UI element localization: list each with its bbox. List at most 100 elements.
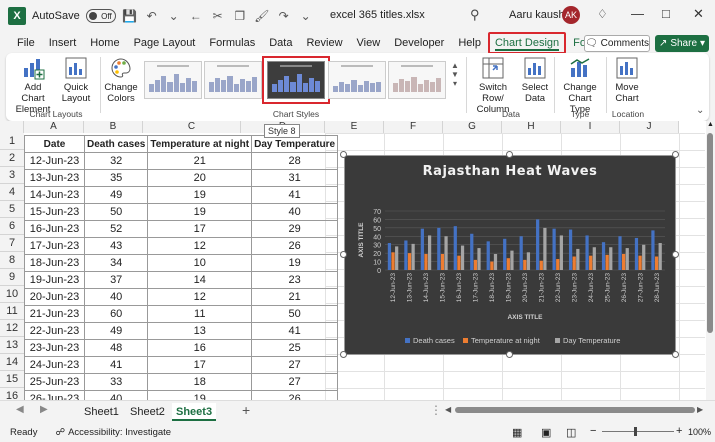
table-cell[interactable]: 10 (147, 254, 253, 272)
table-cell[interactable]: 21-Jun-23 (24, 305, 85, 323)
comments-button[interactable]: 🗨 Comments (584, 35, 650, 52)
table-cell[interactable]: 24-Jun-23 (24, 356, 85, 374)
table-cell[interactable]: 43 (83, 237, 149, 255)
cut-icon[interactable]: ✂ (210, 8, 226, 24)
row-header[interactable]: 11 (0, 303, 24, 320)
chart-resize-handle-tr[interactable] (672, 151, 679, 158)
quick-layout-button[interactable]: Quick Layout (58, 56, 94, 104)
scroll-up-icon[interactable]: ▲ (451, 61, 459, 70)
back-arrow-icon[interactable]: ← (188, 8, 204, 24)
next-sheet-icon[interactable]: ▶ (40, 404, 48, 415)
table-cell[interactable]: 27 (251, 356, 339, 374)
collapse-ribbon-icon[interactable]: ⌄ (696, 105, 704, 116)
accessibility-status[interactable]: ☍ Accessibility: Investigate (55, 427, 171, 438)
row-header[interactable]: 1 (0, 133, 24, 150)
table-cell[interactable]: 31 (251, 169, 339, 187)
format-painter-icon[interactable]: 🖌 (254, 8, 270, 24)
redo-icon[interactable]: ↷ (276, 8, 292, 24)
prev-sheet-icon[interactable]: ◀ (16, 404, 24, 415)
tab-chart-design[interactable]: Chart Design (487, 32, 567, 54)
table-header-cell[interactable]: Death cases (83, 135, 149, 153)
table-cell[interactable]: 20 (147, 169, 253, 187)
tab-page-layout[interactable]: Page Layout (127, 32, 203, 54)
undo-icon[interactable]: ↶ (144, 8, 160, 24)
row-header[interactable]: 14 (0, 354, 24, 371)
table-cell[interactable]: 11 (147, 305, 253, 323)
vertical-scroll-thumb[interactable] (707, 133, 713, 333)
tab-developer[interactable]: Developer (387, 32, 451, 54)
chart-style-2[interactable] (204, 61, 262, 99)
table-cell[interactable]: 18-Jun-23 (24, 254, 85, 272)
table-cell[interactable]: 25-Jun-23 (24, 373, 85, 391)
sheet-tab-sheet1[interactable]: Sheet1 (80, 403, 123, 421)
move-chart-button[interactable]: Move Chart (610, 56, 644, 104)
table-cell[interactable]: 19 (251, 254, 339, 272)
vertical-scrollbar[interactable]: ▲ (706, 121, 715, 400)
tab-view[interactable]: View (350, 32, 388, 54)
table-cell[interactable]: 32 (83, 152, 149, 170)
table-cell[interactable]: 21 (251, 288, 339, 306)
chart-resize-handle-b[interactable] (506, 351, 513, 358)
table-cell[interactable]: 16-Jun-23 (24, 220, 85, 238)
share-button[interactable]: ↗ Share ▾ (655, 35, 709, 52)
select-data-button[interactable]: Select Data (520, 56, 550, 104)
chart-plot[interactable]: 010 2030 4050 6070 12-Jun-23 13-Jun-23 14-Jun-… (345, 156, 677, 356)
page-break-view-icon[interactable]: ◫ (566, 426, 576, 439)
table-cell[interactable]: 60 (83, 305, 149, 323)
table-cell[interactable]: 41 (83, 356, 149, 374)
row-header[interactable]: 4 (0, 184, 24, 201)
row-header[interactable]: 2 (0, 150, 24, 167)
table-cell[interactable]: 17 (147, 220, 253, 238)
table-cell[interactable]: 22-Jun-23 (24, 322, 85, 340)
table-cell[interactable]: 26 (251, 237, 339, 255)
table-cell[interactable]: 17-Jun-23 (24, 237, 85, 255)
tab-formulas[interactable]: Formulas (202, 32, 262, 54)
row-header[interactable]: 10 (0, 286, 24, 303)
row-header[interactable]: 6 (0, 218, 24, 235)
table-cell[interactable]: 17 (147, 356, 253, 374)
table-cell[interactable]: 52 (83, 220, 149, 238)
table-cell[interactable]: 12-Jun-23 (24, 152, 85, 170)
table-cell[interactable]: 49 (83, 186, 149, 204)
table-cell[interactable]: 14 (147, 271, 253, 289)
table-cell[interactable]: 41 (251, 322, 339, 340)
chart-style-5[interactable] (388, 61, 446, 99)
table-cell[interactable]: 12 (147, 237, 253, 255)
save-icon[interactable]: 💾 (122, 8, 138, 24)
maximize-icon[interactable]: □ (662, 6, 670, 21)
table-cell[interactable]: 13 (147, 322, 253, 340)
more-options-icon[interactable]: ⋮ (430, 403, 442, 417)
chart-resize-handle-l[interactable] (340, 251, 347, 258)
table-cell[interactable]: 12 (147, 288, 253, 306)
row-header[interactable]: 12 (0, 320, 24, 337)
table-cell[interactable]: 50 (251, 305, 339, 323)
tab-review[interactable]: Review (299, 32, 349, 54)
table-cell[interactable]: 19 (147, 186, 253, 204)
table-cell[interactable]: 16 (147, 339, 253, 357)
table-header-cell[interactable]: Day Temperature (251, 135, 339, 153)
tab-help[interactable]: Help (451, 32, 488, 54)
chart-styles-scroll[interactable]: ▲ ▼ ▾ (448, 61, 462, 101)
change-chart-type-button[interactable]: Change Chart Type (558, 56, 602, 115)
tab-insert[interactable]: Insert (42, 32, 84, 54)
row-header[interactable]: 15 (0, 371, 24, 388)
table-cell[interactable]: 18 (147, 373, 253, 391)
scroll-right-arrow-icon[interactable]: ▶ (697, 405, 703, 414)
select-all-corner[interactable] (0, 121, 24, 133)
normal-view-icon[interactable]: ▦ (512, 426, 522, 439)
tab-data[interactable]: Data (262, 32, 299, 54)
table-cell[interactable]: 40 (83, 288, 149, 306)
table-cell[interactable]: 34 (83, 254, 149, 272)
table-cell[interactable]: 21 (147, 152, 253, 170)
avatar[interactable]: AK (562, 6, 580, 24)
sheet-tab-sheet2[interactable]: Sheet2 (126, 403, 169, 421)
chart-resize-handle-br[interactable] (672, 351, 679, 358)
column-header-e[interactable]: E (325, 121, 384, 133)
row-header[interactable]: 8 (0, 252, 24, 269)
minimize-icon[interactable]: — (631, 6, 644, 21)
table-cell[interactable]: 15-Jun-23 (24, 203, 85, 221)
column-header-b[interactable]: B (84, 121, 143, 133)
column-header-a[interactable]: A (24, 121, 84, 133)
premium-diamond-icon[interactable]: ♢ (597, 7, 608, 21)
undo-dropdown-icon[interactable]: ⌄ (166, 8, 182, 24)
